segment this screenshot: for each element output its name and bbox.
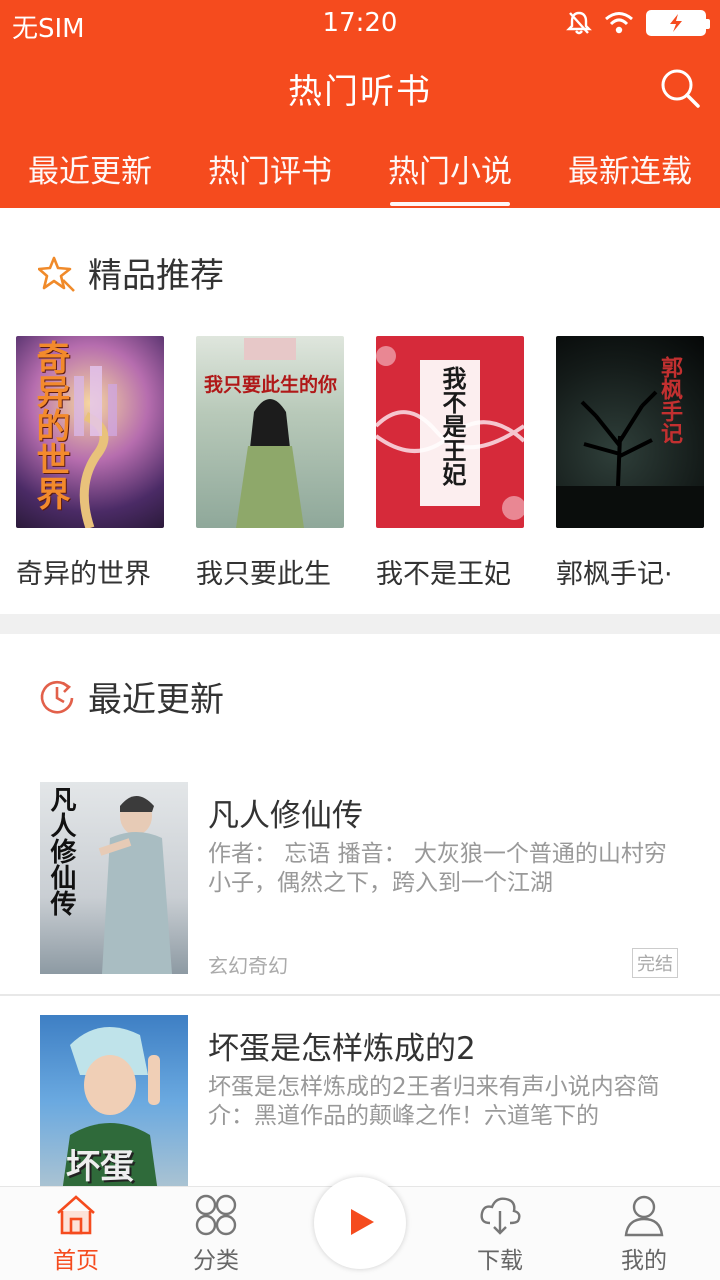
genre-tag: 玄幻奇幻 <box>208 954 288 978</box>
top-bar: 无SIM 17:20 热门听书 最近更新 热门评书 热门小说 最新连载 <box>0 0 720 208</box>
category-grid-icon <box>195 1194 237 1236</box>
book-name: 我不是王妃 <box>376 559 511 590</box>
book-cover: 坏蛋 <box>40 1015 188 1207</box>
nav-label: 我的 <box>621 1248 667 1274</box>
nav-downloads[interactable]: 下载 <box>440 1193 560 1275</box>
nav-label: 分类 <box>193 1248 239 1274</box>
user-icon <box>624 1195 664 1237</box>
status-bar: 无SIM 17:20 <box>0 0 720 50</box>
book-cover: 我不是王妃 <box>376 336 524 528</box>
list-item[interactable]: 凡人修仙传 凡人修仙传 作者： 忘语 播音： 大灰狼一个普通的山村穷小子，偶然之… <box>0 782 720 1002</box>
featured-book[interactable]: 郭枫手记 郭枫手记· <box>556 336 704 590</box>
tab-recent-updates[interactable]: 最近更新 <box>0 140 180 208</box>
category-tabs: 最近更新 热门评书 热门小说 最新连载 <box>0 140 720 208</box>
sparkle-star-icon <box>38 256 75 292</box>
book-name: 奇异的世界 <box>16 559 151 590</box>
featured-book[interactable]: 我只要此生的你 我只要此生 <box>196 336 344 590</box>
nav-profile[interactable]: 我的 <box>584 1193 704 1275</box>
featured-book[interactable]: 奇异的世界 奇异的世界 <box>16 336 164 590</box>
battery-icon <box>646 10 710 36</box>
play-icon <box>351 1209 374 1235</box>
cloud-download-icon <box>480 1197 521 1235</box>
tab-hot-novels[interactable]: 热门小说 <box>360 140 540 208</box>
featured-title: 精品推荐 <box>88 256 224 296</box>
item-title: 凡人修仙传 <box>208 798 363 834</box>
item-description: 坏蛋是怎样炼成的2王者归来有声小说内容简介：黑道作品的颠峰之作！六道笔下的 <box>208 1074 660 1129</box>
featured-book[interactable]: 我不是王妃 我不是王妃 <box>376 336 524 590</box>
featured-section-header: 精品推荐 <box>38 248 224 297</box>
book-cover: 奇异的世界 <box>16 336 164 528</box>
app-screen: 无SIM 17:20 热门听书 最近更新 热门评书 热门小说 最新连载 精品推荐… <box>0 0 720 1280</box>
bottom-navigation: 首页 分类 下载 我的 <box>0 1177 720 1280</box>
featured-book-list: 奇异的世界 奇异的世界 我只要此生的你 我只要此生 我不是王妃 我不是王妃 郭枫… <box>0 336 720 596</box>
section-divider <box>0 614 720 634</box>
cover-title: 凡人修仙传 <box>46 786 76 916</box>
clock-refresh-icon <box>40 680 74 714</box>
tab-hot-storytelling[interactable]: 热门评书 <box>180 140 360 208</box>
search-button[interactable] <box>658 66 702 110</box>
play-button[interactable] <box>314 1177 406 1269</box>
status-badge: 完结 <box>632 948 678 978</box>
home-icon <box>57 1195 95 1235</box>
book-cover: 我只要此生的你 <box>196 336 344 528</box>
nav-label: 下载 <box>477 1248 523 1274</box>
cover-title: 坏蛋 <box>66 1147 134 1187</box>
item-description: 作者： 忘语 播音： 大灰狼一个普通的山村穷小子，偶然之下，跨入到一个江湖 <box>208 841 667 896</box>
item-title: 坏蛋是怎样炼成的2 <box>208 1031 476 1067</box>
recent-title: 最近更新 <box>88 680 224 720</box>
cover-title: 我只要此生的你 <box>204 374 338 396</box>
book-name: 我只要此生 <box>196 559 331 590</box>
nav-home[interactable]: 首页 <box>16 1193 136 1275</box>
wifi-icon <box>605 12 633 34</box>
recent-section-header: 最近更新 <box>38 672 224 721</box>
search-icon <box>661 69 700 108</box>
cover-title: 郭枫手记 <box>657 356 683 444</box>
page-title: 热门听书 <box>288 72 432 112</box>
cover-title: 我不是王妃 <box>438 366 467 486</box>
book-cover: 凡人修仙传 <box>40 782 188 974</box>
nav-label: 首页 <box>53 1248 99 1274</box>
nav-categories[interactable]: 分类 <box>156 1193 276 1275</box>
book-name: 郭枫手记· <box>556 559 673 590</box>
tab-new-serials[interactable]: 最新连载 <box>540 140 720 208</box>
status-icons <box>566 10 710 36</box>
mute-bell-icon <box>566 11 592 35</box>
book-cover: 郭枫手记 <box>556 336 704 528</box>
list-separator <box>0 994 720 996</box>
cover-title: 奇异的世界 <box>30 340 70 510</box>
